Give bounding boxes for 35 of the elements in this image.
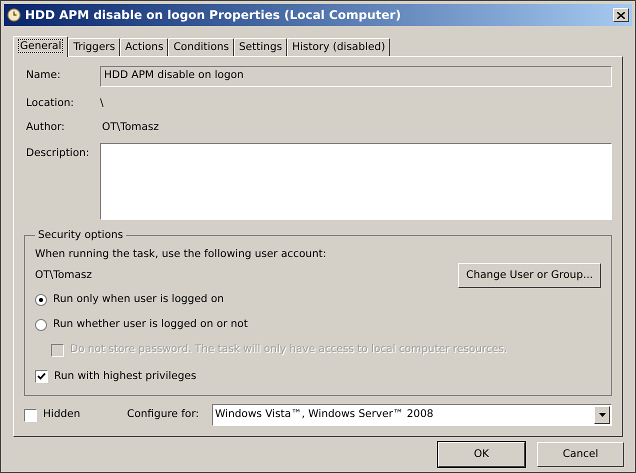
name-label: Name: <box>25 68 62 84</box>
account-prompt: When running the task, use the following user account: <box>35 246 328 262</box>
tab[interactable]: Settings <box>234 38 288 56</box>
location-label: Location: <box>25 96 75 112</box>
radio-button[interactable] <box>35 319 47 331</box>
location-value: \ <box>100 96 104 112</box>
checkbox[interactable] <box>35 370 48 383</box>
tab[interactable]: Actions <box>120 38 168 56</box>
tab[interactable]: History (disabled) <box>287 38 390 56</box>
checkbox[interactable] <box>24 408 37 422</box>
group-title: Security options <box>37 228 124 243</box>
tab[interactable]: General <box>13 36 68 57</box>
clock-icon <box>7 8 21 22</box>
window-title: HDD APM disable on logon Properties (Local Computer) <box>25 7 402 24</box>
dialog-button[interactable]: Cancel <box>537 442 624 467</box>
close-icon <box>617 12 625 18</box>
dropdown-arrow-icon <box>598 413 606 417</box>
option-label: Run only when user is logged on <box>53 292 224 308</box>
dialog-button[interactable]: OK <box>438 442 525 467</box>
hidden-label: Hidden <box>43 407 80 422</box>
tab[interactable]: Triggers <box>68 38 120 56</box>
change-user-button[interactable]: Change User or Group... <box>458 263 601 288</box>
option-label: Run whether user is logged on or not <box>53 317 248 332</box>
close-button[interactable] <box>613 8 629 22</box>
description-field[interactable] <box>100 143 612 220</box>
author-value: OT\Tomasz <box>101 120 159 136</box>
description-label: Description: <box>25 146 90 161</box>
radio-button[interactable] <box>35 294 47 306</box>
account-name: OT\Tomasz <box>35 268 92 283</box>
configure-dropdown[interactable]: Windows Vista™, Windows Server™ 2008 <box>212 404 612 426</box>
configure-label: Configure for: <box>127 407 200 422</box>
name-field[interactable]: HDD APM disable on logon <box>100 66 612 86</box>
author-label: Author: <box>25 120 66 136</box>
tab[interactable]: Conditions <box>168 38 234 56</box>
option-label: Run with highest privileges <box>54 368 196 384</box>
